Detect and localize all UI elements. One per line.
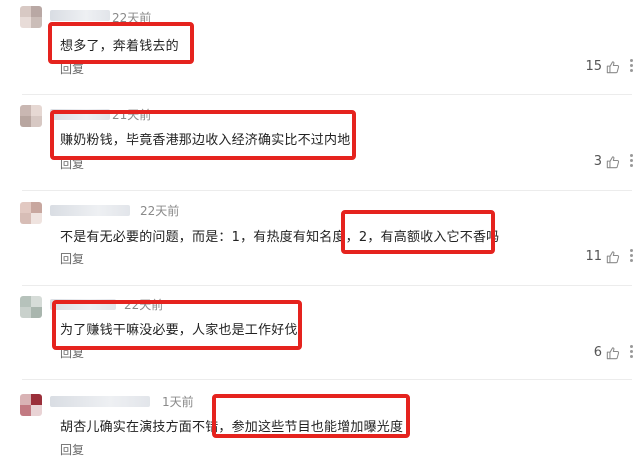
thumbs-up-icon[interactable] [606, 155, 620, 169]
thumbs-up-icon[interactable] [606, 60, 620, 74]
avatar[interactable] [20, 394, 42, 416]
username[interactable] [50, 396, 150, 407]
comment-item: 22天前 不是有无必要的问题，而是：1，有热度有知名度，2，有高额收入它不香吗 … [0, 190, 640, 286]
thumbs-up-icon[interactable] [606, 250, 620, 264]
more-options-icon[interactable] [628, 154, 634, 170]
like-count: 15 [585, 59, 602, 74]
like-count: 6 [593, 345, 602, 360]
avatar[interactable] [20, 202, 42, 224]
comment-item: 1天前 胡杏儿确实在演技方面不错，参加这些节目也能增加曝光度 回复 [0, 380, 640, 470]
more-options-icon[interactable] [628, 59, 634, 75]
comment-item: 22天前 为了赚钱干嘛没必要，人家也是工作好伐 回复 6 [0, 286, 640, 380]
username[interactable] [50, 205, 130, 216]
like-count: 11 [585, 249, 602, 264]
reply-button[interactable]: 回复 [60, 250, 84, 267]
like-count: 3 [593, 154, 602, 169]
highlight-box [52, 300, 302, 350]
thumbs-up-icon[interactable] [606, 346, 620, 360]
reply-button[interactable]: 回复 [60, 441, 84, 458]
highlight-box [50, 110, 356, 160]
avatar[interactable] [20, 296, 42, 318]
avatar[interactable] [20, 105, 42, 127]
avatar[interactable] [20, 6, 42, 28]
more-options-icon[interactable] [628, 345, 634, 361]
username[interactable] [50, 10, 110, 21]
highlight-box [48, 22, 194, 64]
highlight-box [341, 210, 495, 254]
comment-time: 1天前 [162, 395, 194, 409]
highlight-box [212, 394, 410, 438]
comment-time: 22天前 [140, 204, 180, 218]
more-options-icon[interactable] [628, 249, 634, 265]
comment-item: 22天前 想多了，奔着钱去的 回复 15 [0, 0, 640, 95]
comment-item: 21天前 赚奶粉钱，毕竟香港那边收入经济确实比不过内地 回复 3 [0, 95, 640, 190]
